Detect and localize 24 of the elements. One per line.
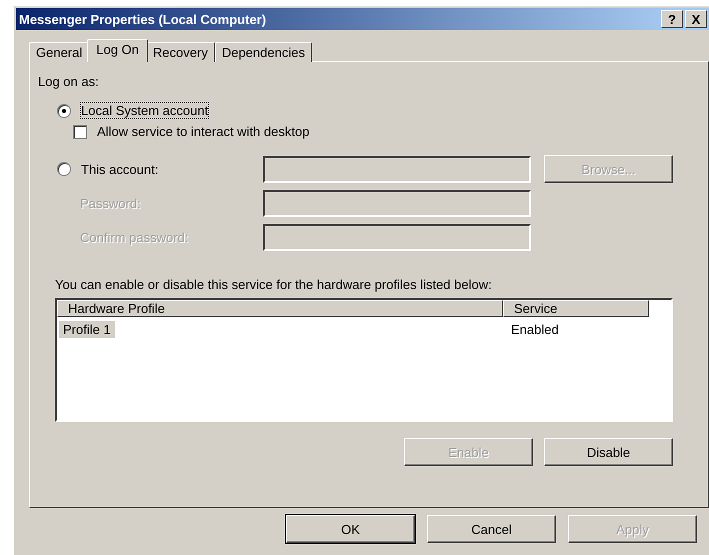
password-field[interactable] (263, 224, 531, 251)
dialog-button[interactable]: Cancel (427, 515, 556, 543)
radio-label[interactable]: This account: (81, 162, 158, 176)
dialog-button[interactable]: OK (286, 515, 415, 543)
tab[interactable]: General (29, 42, 90, 62)
profiles-label: You can enable or disable this service for the hardware profiles listed below: (55, 277, 493, 292)
radio-label[interactable]: Local System account (81, 103, 208, 118)
help-button[interactable]: ? (661, 10, 683, 28)
checkbox[interactable] (73, 124, 87, 138)
password-field[interactable] (263, 190, 531, 217)
table-cell[interactable]: Enabled (507, 321, 563, 338)
tab[interactable]: Dependencies (214, 42, 312, 62)
tab[interactable]: Recovery (146, 42, 215, 62)
disable-button[interactable]: Disable (544, 438, 673, 466)
radio-button[interactable] (57, 162, 71, 176)
checkbox-label[interactable]: Allow service to interact with desktop (97, 124, 310, 139)
table-cell[interactable]: Profile 1 (59, 321, 115, 338)
column-header[interactable]: Hardware Profile (57, 300, 503, 317)
close-button[interactable]: X (685, 10, 707, 28)
window-title: Messenger Properties (Local Computer) (19, 12, 268, 26)
tab[interactable]: Log On (87, 39, 148, 62)
section-label: Log on as: (38, 74, 100, 89)
column-header[interactable]: Service (503, 300, 649, 317)
radio-button[interactable] (57, 104, 71, 118)
